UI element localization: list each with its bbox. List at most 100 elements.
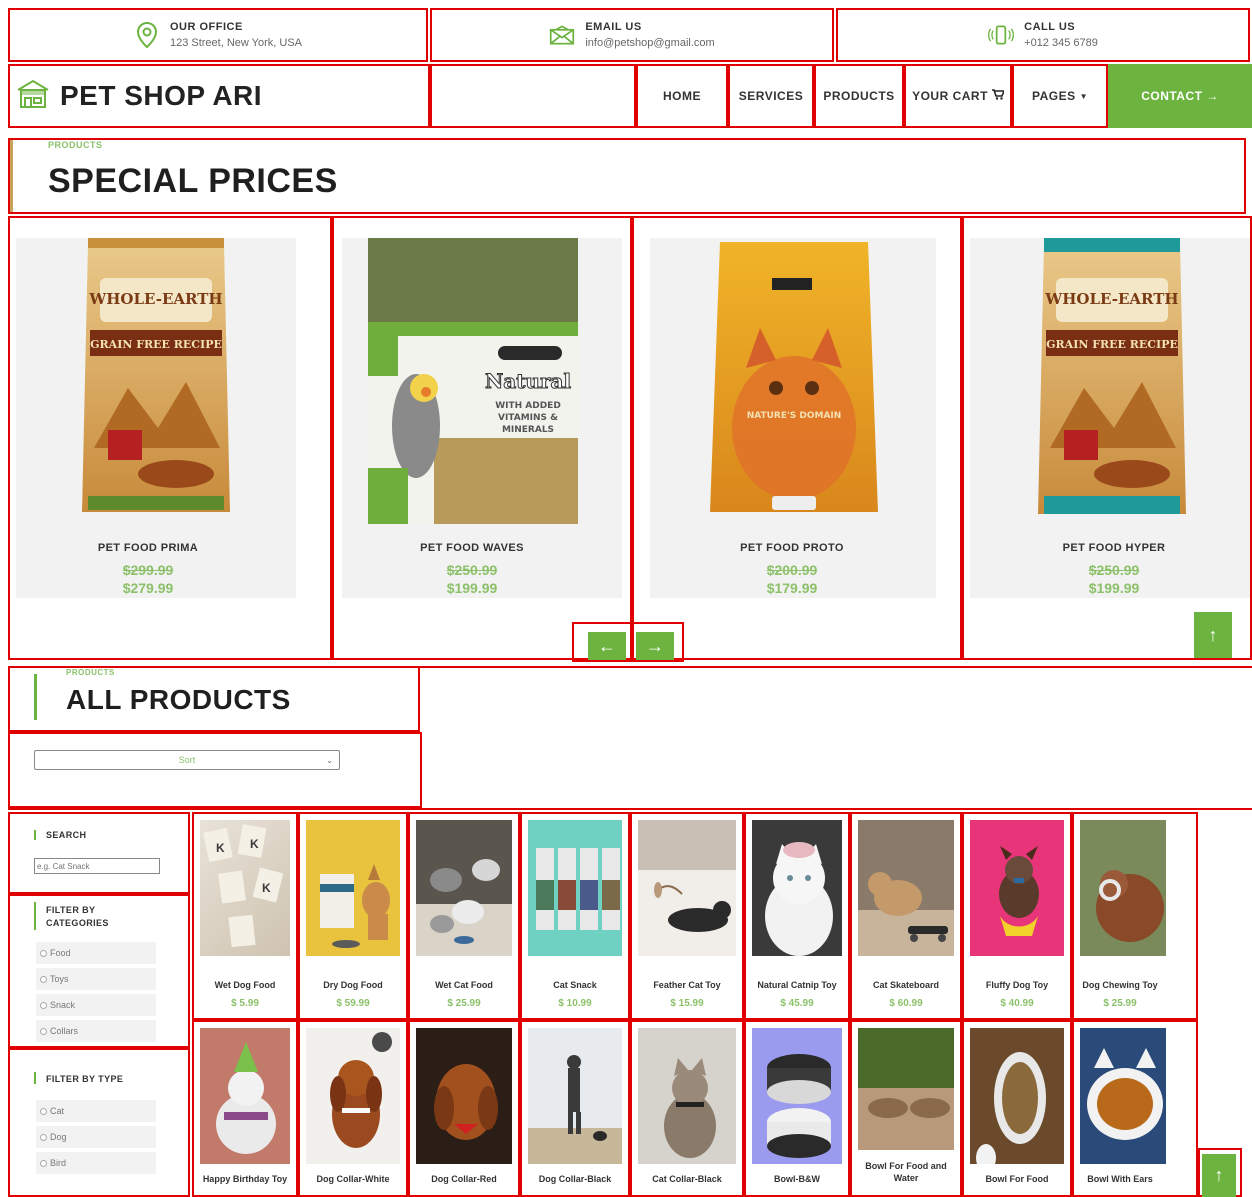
- brand-logo[interactable]: PET SHOP ARI: [8, 64, 430, 128]
- all-title: ALL PRODUCTS: [66, 684, 291, 715]
- product-image: K K K: [200, 820, 290, 956]
- grid-product[interactable]: Fluffy Dog Toy $ 40.99: [962, 812, 1072, 1020]
- grid-product[interactable]: Bowl For Food and Water: [850, 1020, 962, 1197]
- back-to-top-button[interactable]: ↑: [1202, 1154, 1236, 1197]
- product-image: WHOLE-EARTH GRAIN FREE RECIPE: [1036, 238, 1188, 524]
- special-kicker: PRODUCTS: [48, 140, 103, 150]
- grid-product[interactable]: Cat Snack $ 10.99: [520, 812, 630, 1020]
- product-price: $279.99: [122, 580, 174, 596]
- row-divider: [8, 808, 1252, 810]
- product-card[interactable]: NATURE'S DOMAIN PET FOOD PROTO $200.99 $…: [632, 216, 962, 660]
- product-old-price: $250.99: [446, 562, 498, 578]
- category-option-label: Food: [50, 948, 71, 958]
- product-image: [1080, 1028, 1166, 1164]
- category-option-food[interactable]: Food: [36, 942, 156, 964]
- arrow-left-icon: ←: [598, 635, 616, 656]
- product-name: Cat Snack: [553, 980, 597, 990]
- category-option-toys[interactable]: Toys: [36, 968, 156, 990]
- svg-text:VITAMINS &: VITAMINS &: [498, 413, 558, 423]
- grid-product[interactable]: Dry Dog Food $ 59.99: [298, 812, 408, 1020]
- category-filter-label: FILTER BY CATEGORIES: [46, 905, 109, 928]
- carousel-next-button[interactable]: →: [636, 632, 674, 660]
- sort-container: Sort ⌄: [8, 732, 422, 808]
- type-option-cat[interactable]: Cat: [36, 1100, 156, 1122]
- svg-text:WHOLE-EARTH: WHOLE-EARTH: [88, 290, 222, 308]
- arrow-up-icon: ↑: [1208, 624, 1218, 645]
- grid-product[interactable]: Dog Chewing Toy $ 25.99: [1072, 812, 1198, 1020]
- product-old-price: $200.99: [766, 562, 818, 578]
- svg-text:NATURE'S DOMAIN: NATURE'S DOMAIN: [747, 411, 842, 421]
- sort-select[interactable]: Sort ⌄: [34, 750, 340, 770]
- category-option-snack[interactable]: Snack: [36, 994, 156, 1016]
- chevron-down-icon: ⌄: [326, 755, 333, 765]
- product-image: [416, 820, 512, 956]
- type-filter-label: FILTER BY TYPE: [46, 1074, 124, 1084]
- nav-products[interactable]: PRODUCTS: [814, 64, 904, 128]
- nav-contact-button[interactable]: CONTACT →: [1108, 64, 1252, 128]
- grid-product[interactable]: Bowl For Food: [962, 1020, 1072, 1197]
- product-price: $199.99: [446, 580, 498, 596]
- product-card[interactable]: Natural WITH ADDED VITAMINS & MINERALS P…: [332, 216, 632, 660]
- product-name: Feather Cat Toy: [653, 980, 721, 990]
- product-card[interactable]: WHOLE-EARTH GRAIN FREE RECIPE PET FOOD H…: [962, 216, 1252, 660]
- nav-pages-dropdown[interactable]: PAGES ▼: [1012, 64, 1108, 128]
- product-name: Cat Collar-Black: [652, 1174, 722, 1184]
- category-option-collars[interactable]: Collars: [36, 1020, 156, 1042]
- grid-product[interactable]: Cat Skateboard $ 60.99: [850, 812, 962, 1020]
- product-name: PET FOOD PRIMA: [97, 542, 199, 554]
- product-name: PET FOOD HYPER: [1062, 542, 1166, 554]
- phone-icon: [988, 22, 1015, 48]
- map-pin-icon: [134, 22, 160, 48]
- product-image: [1080, 820, 1166, 956]
- type-option-bird[interactable]: Bird: [36, 1152, 156, 1174]
- product-card[interactable]: WHOLE-EARTH GRAIN FREE RECIPE PET FOOD P…: [8, 216, 332, 660]
- search-input[interactable]: [34, 858, 160, 874]
- type-option-dog[interactable]: Dog: [36, 1126, 156, 1148]
- radio-icon: [40, 1027, 47, 1035]
- product-name: Wet Dog Food: [214, 980, 276, 990]
- office-info: OUR OFFICE 123 Street, New York, USA: [8, 8, 428, 62]
- grid-product[interactable]: Feather Cat Toy $ 15.99: [630, 812, 744, 1020]
- grid-product[interactable]: Wet Cat Food $ 25.99: [408, 812, 520, 1020]
- grid-product[interactable]: Dog Collar-White: [298, 1020, 408, 1197]
- type-option-label: Dog: [50, 1132, 67, 1142]
- grid-product[interactable]: Bowl-B&W: [744, 1020, 850, 1197]
- product-name: PET FOOD WAVES: [420, 542, 524, 554]
- grid-product[interactable]: Cat Collar-Black: [630, 1020, 744, 1197]
- product-old-price: $299.99: [122, 562, 174, 578]
- product-image: [200, 1028, 290, 1164]
- product-image: [416, 1028, 512, 1164]
- product-name: PET FOOD PROTO: [740, 542, 844, 554]
- product-price: $ 25.99: [447, 998, 481, 1009]
- grid-product[interactable]: Bowl With Ears: [1072, 1020, 1198, 1197]
- product-image: [858, 1028, 954, 1150]
- product-name: Wet Cat Food: [435, 980, 493, 990]
- arrow-up-icon: ↑: [1214, 1165, 1224, 1185]
- product-price: $ 10.99: [558, 998, 592, 1009]
- nav-pages-label: PAGES: [1031, 89, 1076, 103]
- grid-product[interactable]: Dog Collar-Black: [520, 1020, 630, 1197]
- grid-product[interactable]: Happy Birthday Toy: [192, 1020, 298, 1197]
- product-image: [306, 1028, 400, 1164]
- email-info: EMAIL US info@petshop@gmail.com: [430, 8, 834, 62]
- product-name: Fluffy Dog Toy: [985, 980, 1049, 990]
- svg-text:WHOLE-EARTH: WHOLE-EARTH: [1044, 290, 1178, 308]
- product-price: $199.99: [1088, 580, 1140, 596]
- grid-product[interactable]: Dog Collar-Red: [408, 1020, 520, 1197]
- email-address[interactable]: info@petshop@gmail.com: [585, 37, 714, 49]
- grid-product[interactable]: K K K Wet Dog Food $ 5.99: [192, 812, 298, 1020]
- grid-product[interactable]: Natural Catnip Toy $ 45.99: [744, 812, 850, 1020]
- nav-cart[interactable]: YOUR CART: [904, 64, 1012, 128]
- special-title: SPECIAL PRICES: [48, 162, 338, 200]
- nav-home[interactable]: HOME: [636, 64, 728, 128]
- brand-name: PET SHOP ARI: [60, 80, 263, 111]
- carousel-prev-button[interactable]: ←: [588, 632, 626, 660]
- nav-services[interactable]: SERVICES: [728, 64, 814, 128]
- nav-spacer: [430, 64, 636, 128]
- call-info: CALL US +012 345 6789: [836, 8, 1250, 62]
- back-to-top-button[interactable]: ↑: [1194, 612, 1232, 658]
- call-number[interactable]: +012 345 6789: [1024, 37, 1098, 49]
- radio-icon: [40, 1107, 47, 1115]
- type-option-label: Bird: [50, 1158, 67, 1168]
- title-accent-bar: [34, 674, 37, 720]
